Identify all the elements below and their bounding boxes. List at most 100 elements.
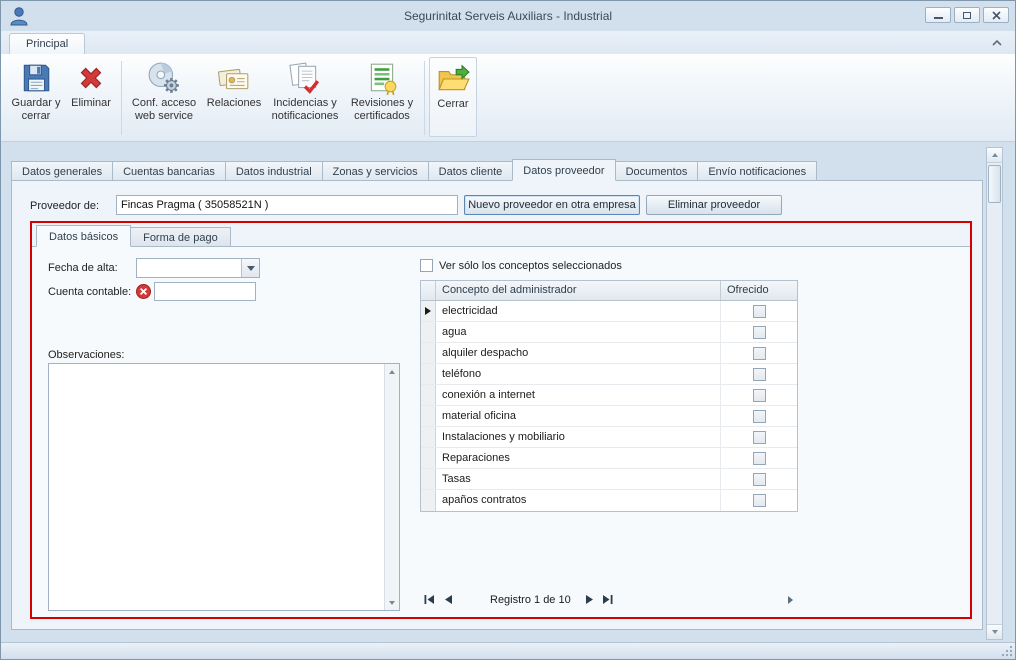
datos-basicos-panel: Fecha de alta: Cuenta contable: Observac… [32, 246, 970, 617]
offered-checkbox[interactable] [753, 473, 766, 486]
arrow-right-icon [788, 596, 793, 604]
delete-label: Eliminar [71, 97, 111, 110]
window-controls [925, 7, 1009, 23]
cuenta-contable-input[interactable] [154, 282, 256, 301]
column-header-concepto[interactable]: Concepto del administrador [436, 281, 721, 300]
row-indicator [421, 322, 436, 342]
column-header-ofrecido[interactable]: Ofrecido [721, 281, 797, 300]
attention-highlight-box: Datos básicos Forma de pago Fecha de alt… [30, 221, 972, 619]
scroll-up-icon[interactable] [386, 365, 398, 378]
tab-cuentas-bancarias[interactable]: Cuentas bancarias [112, 161, 226, 181]
subtab-datos-basicos[interactable]: Datos básicos [36, 225, 131, 247]
row-indicator [421, 364, 436, 384]
offered-checkbox[interactable] [753, 410, 766, 423]
offered-checkbox[interactable] [753, 389, 766, 402]
table-row[interactable]: teléfono [421, 364, 797, 385]
first-record-icon [424, 595, 435, 604]
offered-checkbox[interactable] [753, 431, 766, 444]
tab-documentos[interactable]: Documentos [615, 161, 699, 181]
ribbon-collapse-icon[interactable] [989, 36, 1005, 50]
table-row[interactable]: alquiler despacho [421, 343, 797, 364]
save-and-close-button[interactable]: Guardar y cerrar [7, 57, 65, 137]
observaciones-scrollbar[interactable] [384, 364, 399, 610]
table-row[interactable]: material oficina [421, 406, 797, 427]
row-indicator [421, 490, 436, 511]
tab-datos-generales[interactable]: Datos generales [11, 161, 113, 181]
ribbon-tab-row: Principal [1, 31, 1015, 54]
fecha-alta-combobox[interactable] [136, 258, 260, 278]
fecha-alta-dropdown-button[interactable] [241, 259, 259, 277]
ribbon-tab-principal[interactable]: Principal [9, 33, 85, 54]
ver-solo-seleccionados-label: Ver sólo los conceptos seleccionados [439, 260, 622, 272]
next-record-icon [586, 595, 594, 604]
main-area: Datos generales Cuentas bancarias Datos … [1, 143, 1015, 642]
scroll-down-icon[interactable] [386, 596, 398, 609]
offered-checkbox[interactable] [753, 326, 766, 339]
maximize-button[interactable] [954, 7, 980, 23]
provider-input[interactable] [116, 195, 458, 215]
concept-cell: agua [436, 322, 721, 342]
tab-zonas-servicios[interactable]: Zonas y servicios [322, 161, 429, 181]
delete-provider-button[interactable]: Eliminar proveedor [646, 195, 782, 215]
offered-checkbox[interactable] [753, 494, 766, 507]
observaciones-textarea[interactable] [48, 363, 400, 611]
offered-checkbox[interactable] [753, 452, 766, 465]
sub-tabstrip: Datos básicos Forma de pago [36, 225, 230, 247]
last-record-button[interactable] [600, 592, 615, 607]
subtab-forma-de-pago[interactable]: Forma de pago [130, 227, 231, 247]
offered-checkbox[interactable] [753, 305, 766, 318]
row-indicator [421, 406, 436, 426]
scrollbar-up-button[interactable] [987, 148, 1002, 163]
proveedor-panel: Proveedor de: Nuevo proveedor en otra em… [11, 180, 983, 630]
next-record-button[interactable] [582, 592, 597, 607]
scrollbar-down-button[interactable] [987, 624, 1002, 639]
new-provider-button[interactable]: Nuevo proveedor en otra empresa [464, 195, 640, 215]
main-vertical-scrollbar[interactable] [986, 147, 1003, 640]
status-bar [1, 642, 1015, 659]
relations-button[interactable]: Relaciones [202, 57, 266, 137]
tab-datos-cliente[interactable]: Datos cliente [428, 161, 514, 181]
table-row[interactable]: Tasas [421, 469, 797, 490]
table-row[interactable]: conexión a internet [421, 385, 797, 406]
concepts-grid: Concepto del administrador Ofrecido elec… [420, 280, 798, 512]
minimize-button[interactable] [925, 7, 951, 23]
reviews-certificates-button[interactable]: Revisiones y certificados [344, 57, 420, 137]
previous-record-button[interactable] [440, 592, 455, 607]
tab-datos-industrial[interactable]: Datos industrial [225, 161, 323, 181]
close-button[interactable] [983, 7, 1009, 23]
close-form-button[interactable]: Cerrar [429, 57, 477, 137]
hscroll-right-arrow[interactable] [783, 592, 798, 607]
offered-checkbox[interactable] [753, 347, 766, 360]
resize-grip[interactable] [1000, 644, 1013, 657]
table-row[interactable]: electricidad [421, 301, 797, 322]
concept-cell: conexión a internet [436, 385, 721, 405]
webservice-config-button[interactable]: Conf. acceso web service [126, 57, 202, 137]
fecha-alta-label: Fecha de alta: [48, 262, 118, 274]
row-indicator [421, 427, 436, 447]
tab-envio-notificaciones[interactable]: Envío notificaciones [697, 161, 817, 181]
table-row[interactable]: apaños contratos [421, 490, 797, 511]
maximize-icon [963, 12, 971, 19]
first-record-button[interactable] [422, 592, 437, 607]
reviews-certificates-label: Revisiones y certificados [344, 97, 420, 123]
save-and-close-label: Guardar y cerrar [7, 97, 65, 123]
validation-error-icon [136, 284, 151, 299]
minimize-icon [934, 17, 943, 19]
webservice-disc-gear-icon [147, 61, 181, 95]
scrollbar-thumb[interactable] [988, 165, 1001, 203]
tab-datos-proveedor[interactable]: Datos proveedor [512, 159, 615, 181]
concept-cell: Reparaciones [436, 448, 721, 468]
table-row[interactable]: Reparaciones [421, 448, 797, 469]
certificates-list-icon [365, 61, 399, 95]
delete-button[interactable]: Eliminar [65, 57, 117, 137]
table-row[interactable]: Instalaciones y mobiliario [421, 427, 797, 448]
offered-checkbox[interactable] [753, 368, 766, 381]
ribbon-separator [424, 61, 425, 135]
concept-cell: Instalaciones y mobiliario [436, 427, 721, 447]
row-indicator-header [421, 281, 436, 300]
ver-solo-seleccionados-checkbox[interactable] [420, 259, 433, 272]
concept-cell: material oficina [436, 406, 721, 426]
incidents-notifications-button[interactable]: Incidencias y notificaciones [266, 57, 344, 137]
ribbon-toolbar: Guardar y cerrar Eliminar Conf. acceso w… [1, 54, 1015, 142]
table-row[interactable]: agua [421, 322, 797, 343]
